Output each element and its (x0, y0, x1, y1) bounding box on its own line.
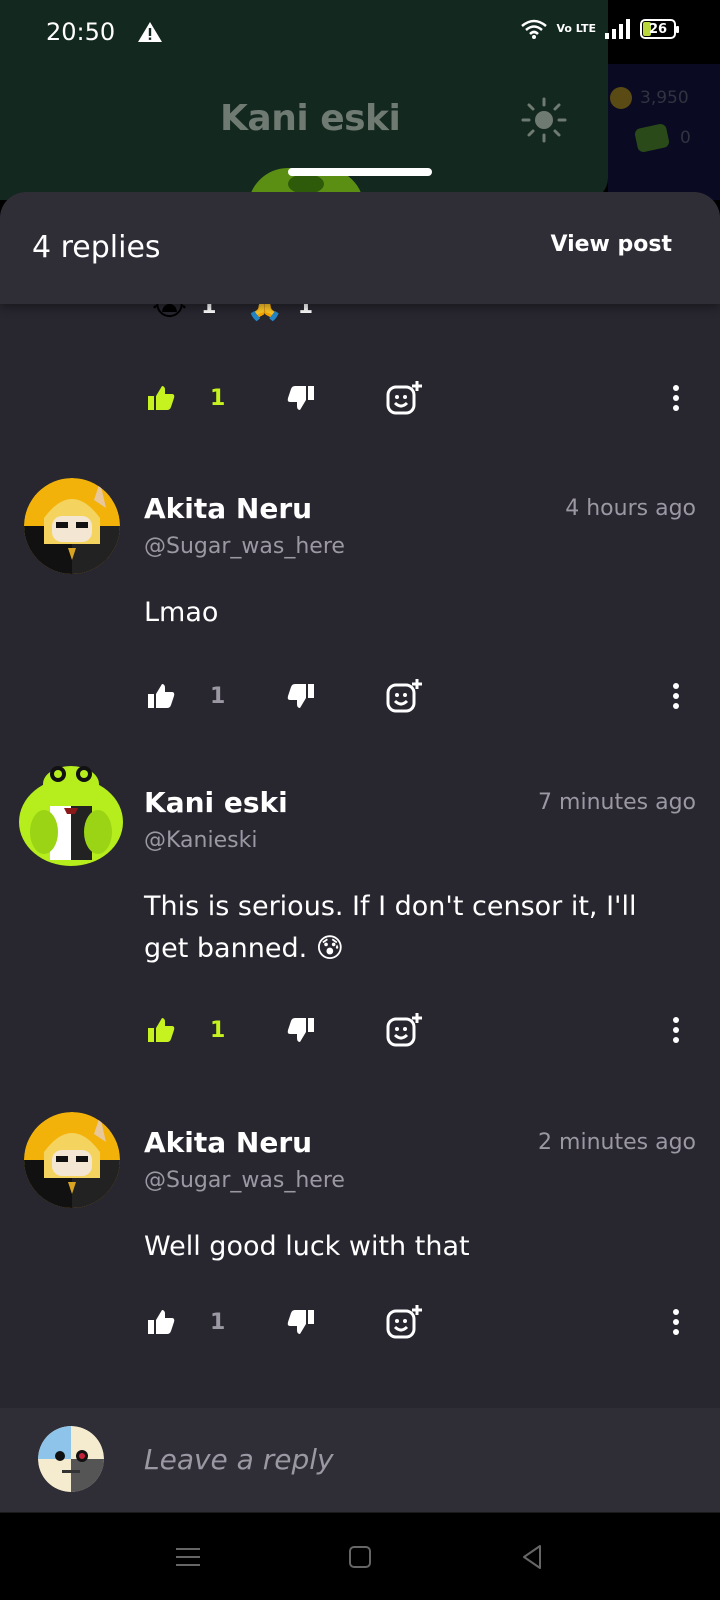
add-reaction-icon[interactable] (386, 679, 424, 713)
comment-author-handle: @Sugar_was_here (144, 534, 345, 559)
warning-icon (138, 22, 163, 42)
like-count: 1 (210, 1017, 226, 1043)
thumbs-down-icon[interactable] (286, 383, 316, 413)
menu-nav-icon[interactable] (172, 1541, 204, 1573)
money-icon (633, 122, 671, 154)
comment-text: This is serious. If I don't censor it, I… (144, 891, 637, 964)
battery-icon: 26 (640, 19, 679, 39)
comment-timestamp: 7 minutes ago (538, 790, 696, 815)
money-balance: 0 (633, 122, 691, 154)
comment-actions: 1 (146, 1010, 686, 1050)
reply-input[interactable] (144, 1434, 684, 1484)
comment-author-handle: @Kanieski (144, 828, 258, 853)
add-reaction-icon[interactable] (386, 1013, 424, 1047)
coin-icon (610, 87, 632, 109)
dislike-button[interactable] (286, 1307, 386, 1337)
thumbs-up-icon[interactable] (146, 1307, 176, 1337)
like-count: 1 (210, 683, 226, 709)
theme-sun-icon[interactable] (520, 96, 568, 144)
comment-actions: 1 (146, 676, 686, 716)
dislike-button[interactable] (286, 1015, 386, 1045)
like-button[interactable]: 1 (146, 681, 286, 711)
replies-count: 4 replies (32, 230, 161, 265)
view-post-button[interactable]: View post (550, 232, 672, 257)
comment-author-name[interactable]: Akita Neru (144, 492, 312, 525)
background-title: Kani eski (220, 98, 401, 139)
replies-sheet: 4 replies View post 😭 1 🙏 1 1 Akita Neru… (0, 192, 720, 1512)
comment-text: Lmao (144, 597, 219, 628)
like-button[interactable]: 1 (146, 1307, 286, 1337)
comment-text: Well good luck with that (144, 1231, 470, 1262)
home-nav-icon[interactable] (344, 1541, 376, 1573)
coins-value: 3,950 (640, 88, 689, 108)
thumbs-up-icon[interactable] (146, 681, 176, 711)
battery-percent: 26 (648, 21, 668, 37)
comment-timestamp: 4 hours ago (565, 496, 696, 521)
status-icons: Vo LTE 26 (520, 18, 679, 40)
like-button[interactable]: 1 (146, 383, 286, 413)
comment-actions: 1 (146, 1302, 686, 1342)
comment-actions: 1 (146, 378, 686, 418)
wifi-icon (521, 19, 548, 39)
thumbs-down-icon[interactable] (286, 681, 316, 711)
avatar[interactable] (24, 1112, 120, 1208)
like-count: 1 (210, 1309, 226, 1335)
more-options-icon[interactable] (666, 1306, 686, 1338)
more-options-icon[interactable] (666, 382, 686, 414)
money-value: 0 (680, 128, 691, 148)
reply-bar (0, 1408, 720, 1512)
thumbs-up-icon[interactable] (146, 383, 176, 413)
status-time: 20:50 (46, 18, 116, 46)
add-reaction-icon[interactable] (386, 381, 424, 415)
comment-author-handle: @Sugar_was_here (144, 1168, 345, 1193)
comment-timestamp: 2 minutes ago (538, 1130, 696, 1155)
avatar[interactable] (16, 762, 126, 872)
comment-author-name[interactable]: Kani eski (144, 786, 288, 819)
dislike-button[interactable] (286, 681, 386, 711)
dislike-button[interactable] (286, 383, 386, 413)
add-reaction-icon[interactable] (386, 1305, 424, 1339)
back-nav-icon[interactable] (516, 1541, 548, 1573)
sheet-drag-handle[interactable] (288, 168, 432, 176)
sheet-header: 4 replies View post (0, 192, 720, 304)
navigation-bar (0, 1512, 720, 1600)
thumbs-up-icon[interactable] (146, 1015, 176, 1045)
comment-author-name[interactable]: Akita Neru (144, 1126, 312, 1159)
like-button[interactable]: 1 (146, 1015, 286, 1045)
status-bar: 20:50 Vo LTE 26 (0, 0, 720, 64)
signal-icon (605, 19, 630, 39)
like-count: 1 (210, 385, 226, 411)
avatar[interactable] (24, 478, 120, 574)
volte-indicator: Vo LTE (556, 22, 596, 35)
thumbs-down-icon[interactable] (286, 1015, 316, 1045)
coins-balance: 3,950 (608, 84, 720, 112)
more-options-icon[interactable] (666, 1014, 686, 1046)
thumbs-down-icon[interactable] (286, 1307, 316, 1337)
more-options-icon[interactable] (666, 680, 686, 712)
current-user-avatar (38, 1426, 104, 1492)
screen: Kani eski 3,950 0 20:50 Vo LTE 26 4 repl… (0, 0, 720, 1600)
